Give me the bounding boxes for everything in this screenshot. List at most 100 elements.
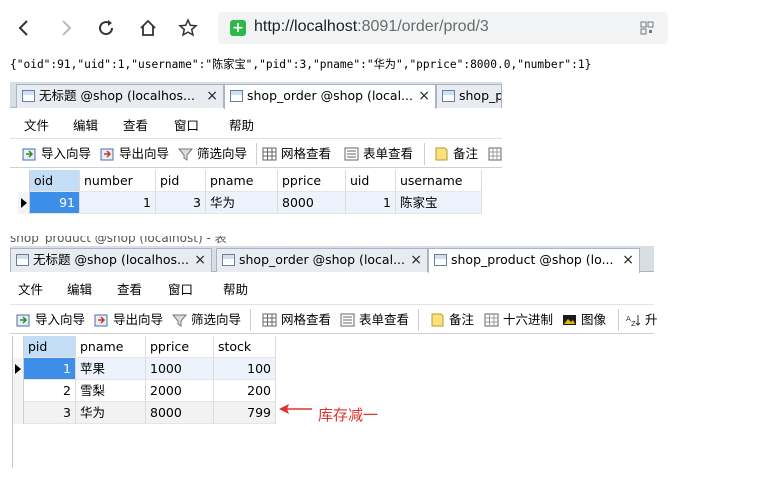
- tab-label: 无标题 @shop (localhos...: [33, 252, 189, 267]
- qr-code-icon[interactable]: [640, 21, 654, 35]
- table-cell[interactable]: 苹果: [76, 358, 146, 380]
- row-indicator[interactable]: [12, 402, 24, 424]
- note-icon: [431, 313, 444, 327]
- sort-button[interactable]: AZ 升: [626, 311, 658, 329]
- column-header-number[interactable]: number: [80, 170, 156, 192]
- menu-help[interactable]: 帮助: [229, 115, 254, 134]
- table-icon: [16, 254, 29, 266]
- table-cell[interactable]: 91: [30, 192, 80, 214]
- filter-wizard-button[interactable]: 筛选向导: [178, 145, 247, 163]
- menu-edit[interactable]: 编辑: [73, 115, 98, 134]
- table-cell[interactable]: 华为: [206, 192, 278, 214]
- table-cell[interactable]: 1: [24, 358, 76, 380]
- close-icon[interactable]: ×: [206, 85, 218, 107]
- menu-window[interactable]: 窗口: [174, 115, 199, 134]
- tab-shop-product[interactable]: shop_product @shop (lo... ×: [428, 248, 640, 273]
- note-icon: [435, 147, 448, 161]
- menu-edit[interactable]: 编辑: [67, 279, 92, 298]
- bookmark-button[interactable]: [174, 14, 202, 42]
- menu-window[interactable]: 窗口: [168, 279, 193, 298]
- window-title-fragment: shop_product @shop (localhost) - 表: [10, 236, 490, 244]
- table-cell[interactable]: 雪梨: [76, 380, 146, 402]
- tab-untitled[interactable]: 无标题 @shop (localhos... ×: [10, 248, 212, 272]
- import-icon: [16, 314, 30, 327]
- export-wizard-button[interactable]: 导出向导: [94, 311, 163, 329]
- export-wizard-button[interactable]: 导出向导: [100, 145, 169, 163]
- menu-file[interactable]: 文件: [24, 115, 49, 134]
- tab-label: shop_product @shop (lo...: [451, 252, 614, 267]
- import-wizard-button[interactable]: 导入向导: [16, 311, 85, 329]
- grid-view-button[interactable]: 网格查看: [262, 311, 331, 329]
- column-header-stock[interactable]: stock: [214, 336, 276, 358]
- table-cell[interactable]: 8000: [146, 402, 214, 424]
- column-header-pid[interactable]: pid: [24, 336, 76, 358]
- memo-button[interactable]: 备注: [430, 311, 474, 329]
- menu-view[interactable]: 查看: [117, 279, 142, 298]
- table-cell[interactable]: 8000: [278, 192, 346, 214]
- column-header-pname[interactable]: pname: [206, 170, 278, 192]
- table-cell[interactable]: 华为: [76, 402, 146, 424]
- table-cell[interactable]: 3: [24, 402, 76, 424]
- table-cell[interactable]: 1: [80, 192, 156, 214]
- table-cell[interactable]: 1000: [146, 358, 214, 380]
- menu-bar: 文件 编辑 查看 窗口 帮助: [10, 109, 502, 137]
- image-label: 图像: [581, 312, 607, 327]
- column-header-uid[interactable]: uid: [346, 170, 396, 192]
- window-title-text: shop_product @shop (localhost) - 表: [10, 236, 227, 244]
- filter-wizard-button[interactable]: 筛选向导: [172, 311, 241, 329]
- hex-icon[interactable]: [488, 147, 502, 161]
- table-cell[interactable]: 799: [214, 402, 276, 424]
- row-indicator[interactable]: [12, 358, 24, 380]
- grid-view-label: 网格查看: [281, 146, 332, 161]
- table-icon: [222, 254, 235, 266]
- close-icon[interactable]: ×: [410, 249, 422, 271]
- menu-view[interactable]: 查看: [123, 115, 148, 134]
- form-view-button[interactable]: 表单查看: [344, 145, 413, 163]
- address-bar[interactable]: + http://localhost:8091/order/prod/3: [218, 12, 668, 44]
- table-cell[interactable]: 100: [214, 358, 276, 380]
- table-cell[interactable]: 2: [24, 380, 76, 402]
- menu-file[interactable]: 文件: [18, 279, 43, 298]
- home-button[interactable]: [134, 14, 162, 42]
- reload-button[interactable]: [92, 14, 120, 42]
- navicat-window-product: 无标题 @shop (localhos... × shop_order @sho…: [10, 246, 658, 470]
- tab-shop-product[interactable]: shop_p: [436, 84, 502, 108]
- table-cell[interactable]: 1: [346, 192, 396, 214]
- column-header-pname[interactable]: pname: [76, 336, 146, 358]
- menu-help[interactable]: 帮助: [223, 279, 248, 298]
- column-header-oid[interactable]: oid: [30, 170, 80, 192]
- close-icon[interactable]: ×: [622, 249, 634, 271]
- filter-icon: [172, 314, 187, 327]
- table-cell[interactable]: 2000: [146, 380, 214, 402]
- table-cell[interactable]: 3: [156, 192, 206, 214]
- image-button[interactable]: 图像: [562, 311, 606, 329]
- table-cell[interactable]: 200: [214, 380, 276, 402]
- table-cell[interactable]: 陈家宝: [396, 192, 482, 214]
- forward-button[interactable]: [52, 14, 80, 42]
- hex-label: 十六进制: [503, 312, 554, 327]
- toolbar-divider: [418, 309, 419, 331]
- row-indicator[interactable]: [18, 192, 30, 214]
- back-button[interactable]: [10, 14, 38, 42]
- tab-strip: 无标题 @shop (localhos... × shop_order @sho…: [10, 246, 654, 273]
- navicat-window-order: 无标题 @shop (localhos... × shop_order @sho…: [10, 82, 502, 232]
- close-icon[interactable]: ×: [194, 249, 206, 271]
- close-icon[interactable]: ×: [418, 85, 430, 107]
- tab-shop-order[interactable]: shop_order @shop (local... ×: [224, 84, 436, 109]
- toolbar: 导入向导 导出向导 筛选向导 网格查看 表单查看 备注 十六进制 图像 A Z …: [10, 304, 658, 334]
- current-row-arrow-icon: [15, 364, 21, 374]
- row-indicator[interactable]: [12, 380, 24, 402]
- column-header-pprice[interactable]: pprice: [146, 336, 214, 358]
- column-header-pid[interactable]: pid: [156, 170, 206, 192]
- tab-shop-order[interactable]: shop_order @shop (local... ×: [216, 248, 428, 272]
- memo-button[interactable]: 备注: [434, 145, 478, 163]
- column-header-username[interactable]: username: [396, 170, 482, 192]
- form-view-button[interactable]: 表单查看: [340, 311, 409, 329]
- hex-button[interactable]: 十六进制: [484, 311, 553, 329]
- import-wizard-button[interactable]: 导入向导: [22, 145, 91, 163]
- form-view-label: 表单查看: [359, 312, 410, 327]
- arrow-right-icon: [62, 20, 72, 36]
- tab-untitled[interactable]: 无标题 @shop (localhos... ×: [16, 84, 224, 108]
- grid-view-button[interactable]: 网格查看: [262, 145, 331, 163]
- column-header-pprice[interactable]: pprice: [278, 170, 346, 192]
